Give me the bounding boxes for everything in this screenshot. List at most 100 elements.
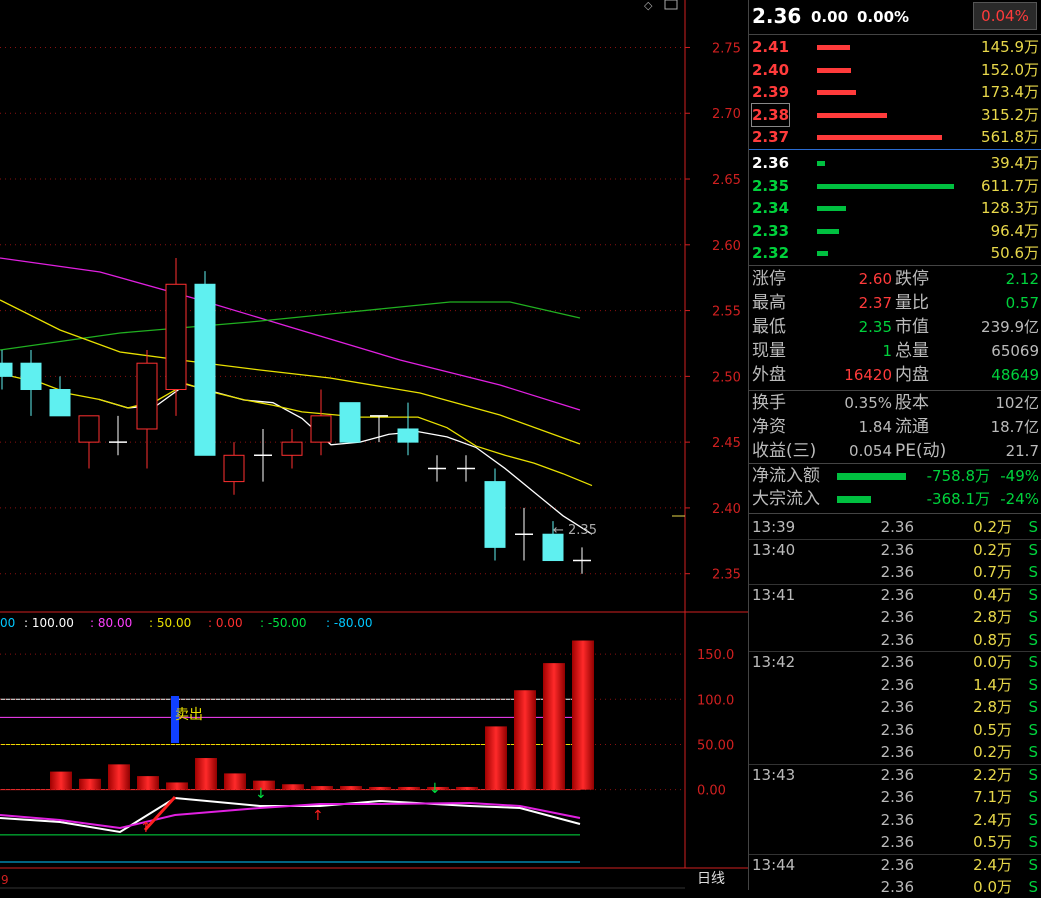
tick-row[interactable]: 2.36 0.0万 S bbox=[749, 876, 1041, 898]
tick-volume: 0.0万 bbox=[973, 878, 1012, 896]
tick-volume: 0.4万 bbox=[973, 585, 1012, 604]
indicator-bar bbox=[485, 726, 507, 790]
tick-row[interactable]: 2.36 0.2万 S bbox=[749, 741, 1041, 763]
sub-tick-label: 50.00 bbox=[697, 738, 734, 753]
price-tick-label: 2.55 bbox=[712, 305, 741, 320]
k-line bbox=[0, 796, 581, 834]
fundamental-value: 0.054 bbox=[849, 442, 892, 460]
stat-row: 外盘 16420 内盘 48649 bbox=[749, 364, 1041, 386]
tick-price: 2.36 bbox=[880, 765, 914, 784]
tick-time: 13:44 bbox=[752, 855, 796, 874]
bid-row[interactable]: 2.36 39.4万 bbox=[749, 152, 1041, 174]
kline-chart[interactable]: 2.75 2.70 2.65 2.60 2.55 2.50 2.45 2.40 2.35 ← 2.… bbox=[0, 0, 748, 890]
ask-row[interactable]: 2.38 315.2万 bbox=[749, 102, 1041, 127]
stat-value: 1 bbox=[882, 342, 892, 360]
flow-row: 大宗流入 -368.1万 -24% bbox=[749, 488, 1041, 510]
tick-price: 2.36 bbox=[880, 720, 914, 739]
bid-row[interactable]: 2.35 611.7万 bbox=[749, 175, 1041, 197]
tick-row[interactable]: 2.36 0.7万 S bbox=[749, 561, 1041, 583]
flow-pct: -49% bbox=[1000, 467, 1039, 485]
indicator-bar bbox=[311, 786, 333, 790]
legend-item: : 0.00 bbox=[208, 616, 243, 630]
candle-body bbox=[223, 454, 245, 483]
tick-row[interactable]: 13:42 2.36 0.0万 S bbox=[749, 651, 1041, 673]
candle-body bbox=[397, 428, 419, 443]
candle-body bbox=[484, 481, 506, 548]
tick-row[interactable]: 13:41 2.36 0.4万 S bbox=[749, 583, 1041, 606]
indicator-bar bbox=[79, 778, 101, 790]
tick-price: 2.36 bbox=[880, 788, 914, 806]
price-axis: 2.75 2.70 2.65 2.60 2.55 2.50 2.45 2.40 2.35 ← 2.… bbox=[553, 41, 741, 582]
candle-body bbox=[339, 402, 361, 443]
date-axis-label: 9 bbox=[1, 873, 9, 887]
down-arrow-icon: ↓ bbox=[255, 786, 267, 802]
stat-label: 市值 bbox=[895, 317, 929, 337]
legend-item: : -50.00 bbox=[260, 616, 307, 630]
tick-price: 2.36 bbox=[880, 563, 914, 581]
window-icon[interactable] bbox=[664, 0, 678, 10]
stat-value: 16420 bbox=[844, 366, 892, 384]
tick-row[interactable]: 2.36 7.1万 S bbox=[749, 786, 1041, 808]
tick-side: S bbox=[1028, 833, 1038, 851]
indicator-bar bbox=[572, 640, 594, 790]
candle-body bbox=[20, 362, 42, 391]
pct-badge[interactable]: 0.04% bbox=[973, 2, 1037, 30]
ask-volume: 561.8万 bbox=[981, 128, 1039, 147]
tick-row[interactable]: 13:44 2.36 2.4万 S bbox=[749, 853, 1041, 876]
ask-row[interactable]: 2.41 145.9万 bbox=[749, 36, 1041, 58]
indicator-bar bbox=[224, 773, 246, 790]
ask-row[interactable]: 2.39 173.4万 bbox=[749, 81, 1041, 103]
quote-panel: 2.36 0.00 0.00% 0.04% 2.41 145.9万 2.40 152.… bbox=[748, 0, 1041, 896]
tick-price: 2.36 bbox=[880, 855, 914, 874]
tick-row[interactable]: 2.36 2.4万 S bbox=[749, 809, 1041, 831]
fundamental-label: 股本 bbox=[895, 393, 929, 413]
ask-volume-bar bbox=[817, 45, 850, 50]
tick-row[interactable]: 2.36 1.4万 S bbox=[749, 674, 1041, 696]
ask-volume: 145.9万 bbox=[981, 38, 1039, 56]
tick-volume: 1.4万 bbox=[973, 675, 1012, 694]
tick-row[interactable]: 13:43 2.36 2.2万 S bbox=[749, 763, 1041, 786]
tick-side: S bbox=[1028, 878, 1038, 896]
tick-row[interactable]: 13:40 2.36 0.2万 S bbox=[749, 538, 1041, 561]
indicator-bar bbox=[50, 771, 72, 790]
sub-tick-label: 0.00 bbox=[697, 784, 726, 799]
bid-row[interactable]: 2.33 96.4万 bbox=[749, 220, 1041, 242]
flow-label: 净流入额 bbox=[752, 466, 820, 486]
tick-row[interactable]: 2.36 2.8万 S bbox=[749, 696, 1041, 718]
bid-row[interactable]: 2.34 128.3万 bbox=[749, 197, 1041, 219]
tick-volume: 2.8万 bbox=[973, 608, 1012, 626]
fundamental-value: 0.35% bbox=[844, 394, 892, 412]
ask-volume-bar bbox=[817, 67, 851, 73]
tick-row[interactable]: 2.36 2.8万 S bbox=[749, 606, 1041, 628]
up-arrow-icon: ↑ bbox=[140, 820, 152, 836]
diamond-icon[interactable]: ◇ bbox=[644, 0, 653, 12]
tick-price: 2.36 bbox=[880, 698, 914, 716]
tick-row[interactable]: 2.36 0.8万 S bbox=[749, 629, 1041, 651]
bid-row[interactable]: 2.32 50.6万 bbox=[749, 242, 1041, 264]
tick-volume: 0.2万 bbox=[973, 518, 1012, 536]
tick-volume: 0.5万 bbox=[973, 720, 1012, 739]
stat-value: 2.35 bbox=[858, 318, 892, 336]
tick-volume: 2.4万 bbox=[973, 810, 1012, 829]
tick-row[interactable]: 2.36 0.5万 S bbox=[749, 831, 1041, 853]
fundamental-row: 换手 0.35% 股本 102亿 bbox=[749, 392, 1041, 414]
tick-side: S bbox=[1028, 720, 1038, 739]
ask-row[interactable]: 2.40 152.0万 bbox=[749, 59, 1041, 81]
stat-value: 2.60 bbox=[858, 270, 892, 288]
indicator-bar bbox=[195, 758, 217, 790]
ma60-line bbox=[0, 301, 581, 351]
ask-row[interactable]: 2.37 561.8万 bbox=[749, 126, 1041, 148]
bid-volume-bar bbox=[817, 161, 826, 166]
tick-row[interactable]: 2.36 0.5万 S bbox=[749, 719, 1041, 741]
ask-price: 2.37 bbox=[752, 128, 790, 147]
price-change-pct: 0.00% bbox=[857, 8, 910, 26]
tick-side: S bbox=[1028, 630, 1038, 649]
ask-volume-bar bbox=[817, 90, 856, 96]
tick-side: S bbox=[1028, 608, 1038, 626]
bid-price: 2.33 bbox=[752, 221, 790, 240]
tick-price: 2.36 bbox=[880, 653, 914, 671]
tick-row[interactable]: 13:39 2.36 0.2万 S bbox=[749, 516, 1041, 538]
legend-item: : 80.00 bbox=[90, 616, 132, 630]
flow-bar bbox=[837, 496, 871, 503]
fundamental-value: 21.7 bbox=[1005, 442, 1039, 460]
